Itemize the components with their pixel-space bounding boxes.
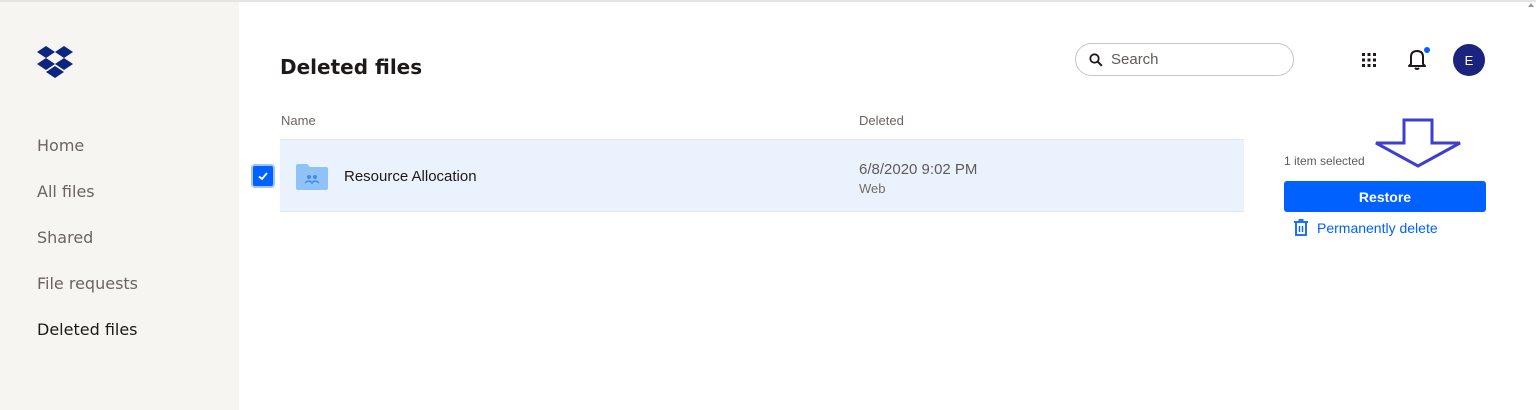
page-title: Deleted files	[280, 55, 423, 79]
search-box[interactable]	[1075, 43, 1294, 76]
sidebar-item-shared[interactable]: Shared	[37, 215, 138, 261]
search-input[interactable]	[1111, 51, 1281, 68]
notification-dot	[1424, 47, 1430, 53]
row-checkbox[interactable]	[251, 164, 275, 188]
column-header-name[interactable]: Name	[281, 113, 316, 128]
column-header-deleted[interactable]: Deleted	[859, 113, 904, 128]
row-file-name[interactable]: Resource Allocation	[344, 168, 477, 185]
permanently-delete-link[interactable]: Permanently delete	[1293, 219, 1438, 236]
row-deleted-source: Web	[859, 181, 886, 196]
scroll-up-arrow-icon[interactable]	[1528, 3, 1534, 7]
annotation-down-arrow-icon	[1375, 118, 1461, 168]
sidebar-item-home[interactable]: Home	[37, 123, 138, 169]
sidebar-nav: Home All files Shared File requests Dele…	[37, 123, 138, 353]
dropbox-logo-icon[interactable]	[37, 44, 73, 78]
selection-count: 1 item selected	[1284, 154, 1365, 168]
trash-icon	[1294, 219, 1308, 236]
sidebar-item-all-files[interactable]: All files	[37, 169, 138, 215]
row-deleted-date: 6/8/2020 9:02 PM	[859, 161, 978, 178]
notifications-button[interactable]	[1405, 46, 1431, 72]
search-icon	[1089, 52, 1103, 67]
shared-folder-icon	[296, 164, 328, 190]
sidebar-item-deleted-files[interactable]: Deleted files	[37, 307, 138, 353]
apps-grid-icon[interactable]	[1360, 51, 1378, 69]
restore-button[interactable]: Restore	[1284, 181, 1486, 212]
checkmark-icon	[258, 172, 268, 181]
permanently-delete-label: Permanently delete	[1317, 219, 1438, 236]
sidebar-item-file-requests[interactable]: File requests	[37, 261, 138, 307]
sidebar: Home All files Shared File requests Dele…	[0, 2, 239, 410]
avatar[interactable]: E	[1453, 44, 1485, 76]
